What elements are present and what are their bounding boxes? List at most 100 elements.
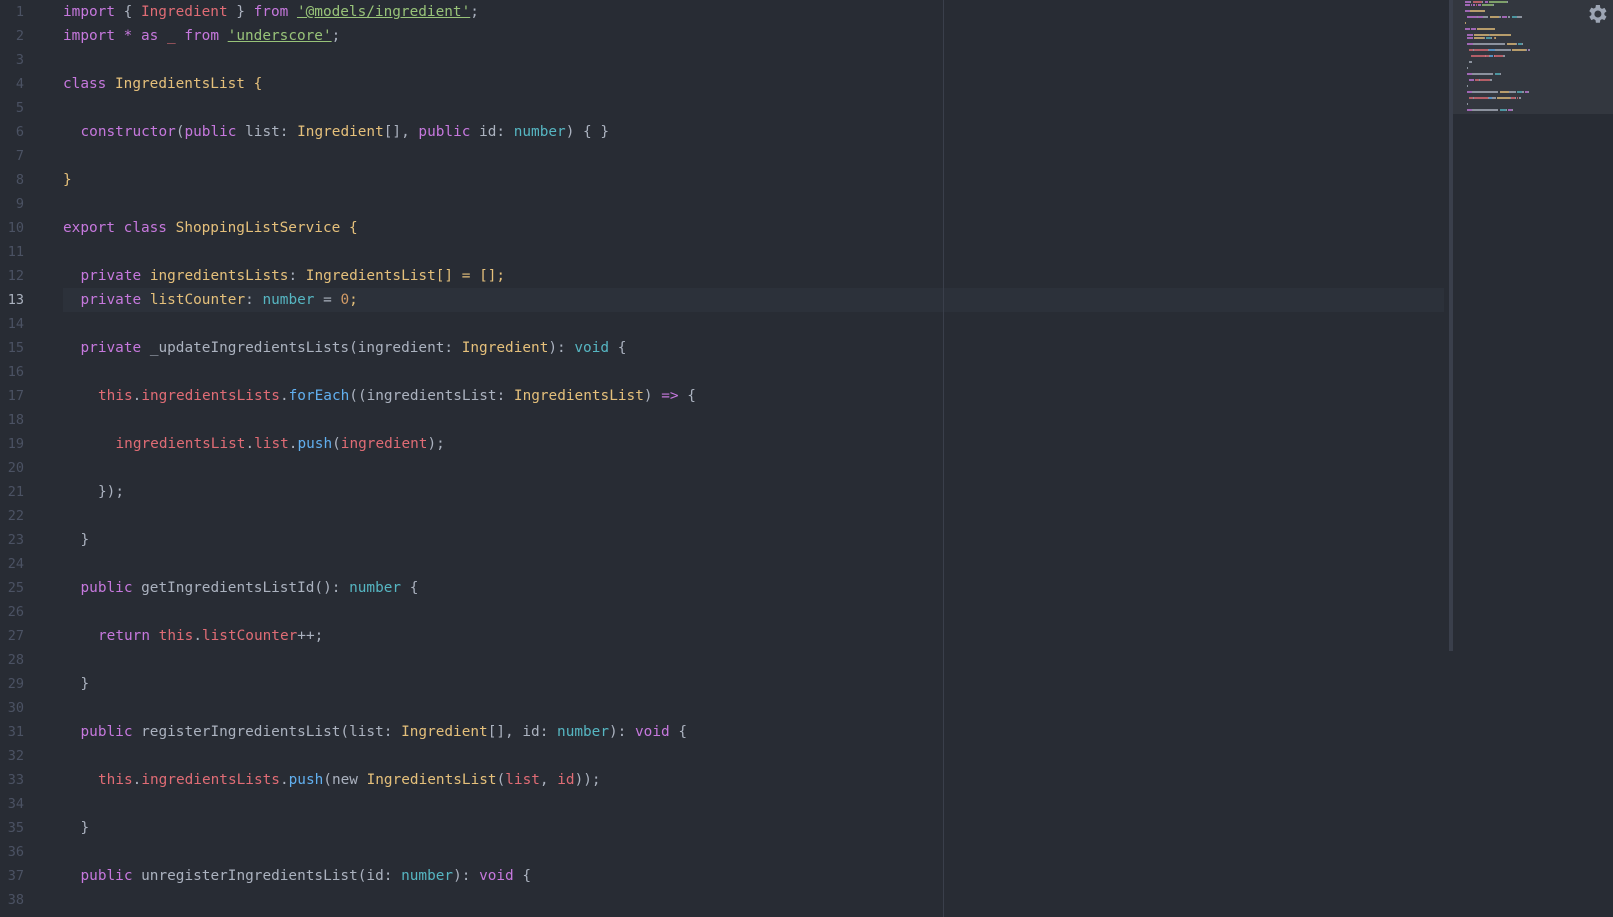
code-token: }: [80, 532, 90, 548]
minimap-token: [1489, 1, 1508, 3]
line-number[interactable]: 2: [0, 24, 24, 48]
code-token: {: [401, 580, 419, 596]
code-token: _: [167, 28, 176, 44]
code-line[interactable]: private ingredientsLists: IngredientsLis…: [81, 264, 506, 288]
line-number[interactable]: 1: [0, 0, 24, 24]
code-token: void: [574, 340, 610, 356]
code-token: public: [80, 868, 133, 884]
line-number[interactable]: 35: [0, 816, 24, 840]
code-token: Ingredient: [140, 4, 228, 20]
code-line[interactable]: import * as _ from 'underscore';: [63, 24, 340, 48]
line-number[interactable]: 8: [0, 168, 24, 192]
line-number[interactable]: 24: [0, 552, 24, 576]
minimap-token: [1500, 73, 1502, 75]
code-token: private: [80, 292, 142, 308]
code-token: =>: [661, 388, 679, 404]
line-number-gutter[interactable]: 1 2 3 4 5 6 7 8 9 10 11 12 13 14 15 16 17 18 19 20 21 22 23 24 2…: [0, 0, 56, 917]
line-number[interactable]: 10: [0, 216, 24, 240]
minimap[interactable]: [1449, 0, 1613, 917]
line-number[interactable]: 29: [0, 672, 24, 696]
minimap-token: [1483, 16, 1488, 18]
code-token: push: [297, 436, 333, 452]
line-number[interactable]: 30: [0, 696, 24, 720]
editor-scrollbar[interactable]: [1449, 0, 1453, 651]
line-number[interactable]: 32: [0, 744, 24, 768]
code-line[interactable]: private listCounter: number = 0;: [81, 288, 358, 312]
code-line[interactable]: constructor(public list: Ingredient[], p…: [81, 120, 610, 144]
line-number[interactable]: 18: [0, 408, 24, 432]
line-number[interactable]: 25: [0, 576, 24, 600]
code-token: {: [114, 4, 141, 20]
code-line[interactable]: }: [81, 528, 90, 552]
code-line[interactable]: return this.listCounter++;: [98, 624, 323, 648]
code-token: ) { }: [565, 124, 610, 140]
code-line[interactable]: });: [98, 480, 124, 504]
code-line[interactable]: public unregisterIngredientsList(id: num…: [81, 864, 532, 888]
line-number[interactable]: 12: [0, 264, 24, 288]
line-number[interactable]: 22: [0, 504, 24, 528]
code-line[interactable]: this.ingredientsLists.push(new Ingredien…: [98, 768, 601, 792]
line-number[interactable]: 15: [0, 336, 24, 360]
line-number[interactable]: 28: [0, 648, 24, 672]
code-line[interactable]: }: [81, 816, 90, 840]
minimap-token: [1476, 28, 1494, 30]
line-number[interactable]: 19: [0, 432, 24, 456]
code-line[interactable]: public registerIngredientsList(list: Ing…: [81, 720, 688, 744]
line-number[interactable]: 14: [0, 312, 24, 336]
minimap-token: [1477, 4, 1482, 6]
line-number[interactable]: 7: [0, 144, 24, 168]
line-number[interactable]: 5: [0, 96, 24, 120]
line-number[interactable]: 26: [0, 600, 24, 624]
line-number[interactable]: 33: [0, 768, 24, 792]
code-token: this: [98, 388, 133, 404]
code-token: this: [98, 772, 133, 788]
code-token: from: [184, 28, 219, 44]
line-number[interactable]: 13: [0, 288, 24, 312]
code-token: =: [314, 292, 341, 308]
line-number[interactable]: 37: [0, 864, 24, 888]
line-number[interactable]: 38: [0, 888, 24, 912]
minimap-token: [1473, 4, 1475, 6]
code-line[interactable]: import { Ingredient } from '@models/ingr…: [63, 0, 479, 24]
code-line[interactable]: }: [63, 168, 72, 192]
line-number[interactable]: 21: [0, 480, 24, 504]
minimap-token: [1469, 61, 1472, 63]
code-token: number: [401, 868, 454, 884]
minimap-token: [1489, 16, 1499, 18]
line-number[interactable]: 4: [0, 72, 24, 96]
settings-button[interactable]: [1585, 2, 1609, 26]
code-token: ));: [574, 772, 601, 788]
line-number[interactable]: 23: [0, 528, 24, 552]
code-line[interactable]: public getIngredientsListId(): number {: [81, 576, 419, 600]
line-number[interactable]: 17: [0, 384, 24, 408]
code-token: this: [158, 628, 194, 644]
line-number[interactable]: 6: [0, 120, 24, 144]
line-number[interactable]: 16: [0, 360, 24, 384]
line-number[interactable]: 34: [0, 792, 24, 816]
code-line[interactable]: this.ingredientsLists.forEach((ingredien…: [98, 384, 696, 408]
code-area[interactable]: import { Ingredient } from '@models/ingr…: [63, 0, 1443, 917]
code-line[interactable]: private _updateIngredientsLists(ingredie…: [81, 336, 627, 360]
code-line[interactable]: ingredientsList.list.push(ingredient);: [116, 432, 445, 456]
code-editor[interactable]: 1 2 3 4 5 6 7 8 9 10 11 12 13 14 15 16 17 18 19 20 21 22 23 24 2…: [0, 0, 1613, 917]
line-number[interactable]: 11: [0, 240, 24, 264]
code-line[interactable]: class IngredientsList {: [63, 72, 262, 96]
code-line[interactable]: }: [81, 672, 90, 696]
minimap-token: [1512, 109, 1513, 111]
line-number[interactable]: 20: [0, 456, 24, 480]
minimap-token: [1515, 43, 1518, 45]
line-number[interactable]: 27: [0, 624, 24, 648]
code-token: Ingredient: [297, 124, 384, 140]
line-number[interactable]: 9: [0, 192, 24, 216]
line-number[interactable]: 36: [0, 840, 24, 864]
code-token: ingredientsList: [115, 436, 246, 452]
code-token: }: [227, 4, 254, 20]
code-line[interactable]: export class ShoppingListService {: [63, 216, 358, 240]
line-number[interactable]: 3: [0, 48, 24, 72]
line-number[interactable]: 31: [0, 720, 24, 744]
code-token: .: [279, 772, 289, 788]
